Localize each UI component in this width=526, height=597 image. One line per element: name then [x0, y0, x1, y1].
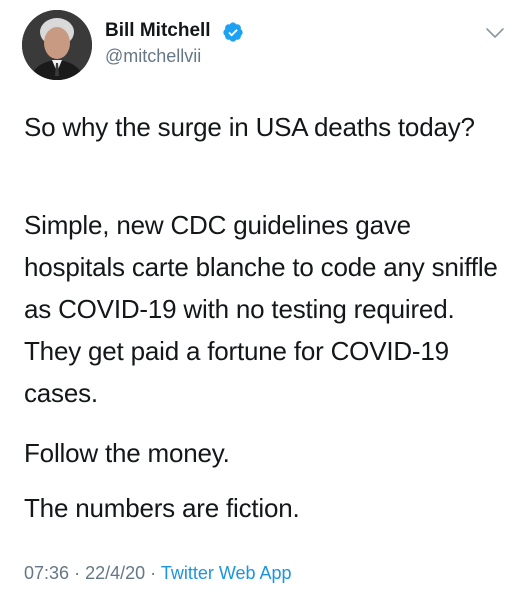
avatar[interactable]: [22, 10, 92, 80]
tweet-time[interactable]: 07:36: [24, 563, 69, 583]
separator: ·: [74, 563, 81, 583]
tweet-text-paragraph: Simple, new CDC guidelines gave hospital…: [24, 210, 498, 408]
avatar-image: [22, 10, 92, 80]
author-name[interactable]: Bill Mitchell: [105, 20, 211, 42]
tweet-text-paragraph: The numbers are fiction.: [24, 493, 300, 523]
tweet-card: Bill Mitchell @mitchellvii So why the su…: [0, 0, 526, 597]
separator: ·: [150, 563, 157, 583]
tweet-source-link[interactable]: Twitter Web App: [161, 563, 292, 583]
tweet-date[interactable]: 22/4/20: [85, 563, 145, 583]
tweet-text-paragraph: Follow the money.: [24, 438, 230, 468]
chevron-down-icon[interactable]: [484, 25, 506, 41]
tweet-metadata: 07:36 · 22/4/20 · Twitter Web App: [24, 563, 292, 584]
verified-badge-icon: [223, 22, 243, 42]
tweet-text-paragraph: So why the surge in USA deaths today?: [24, 112, 475, 142]
author-handle[interactable]: @mitchellvii: [105, 46, 201, 67]
